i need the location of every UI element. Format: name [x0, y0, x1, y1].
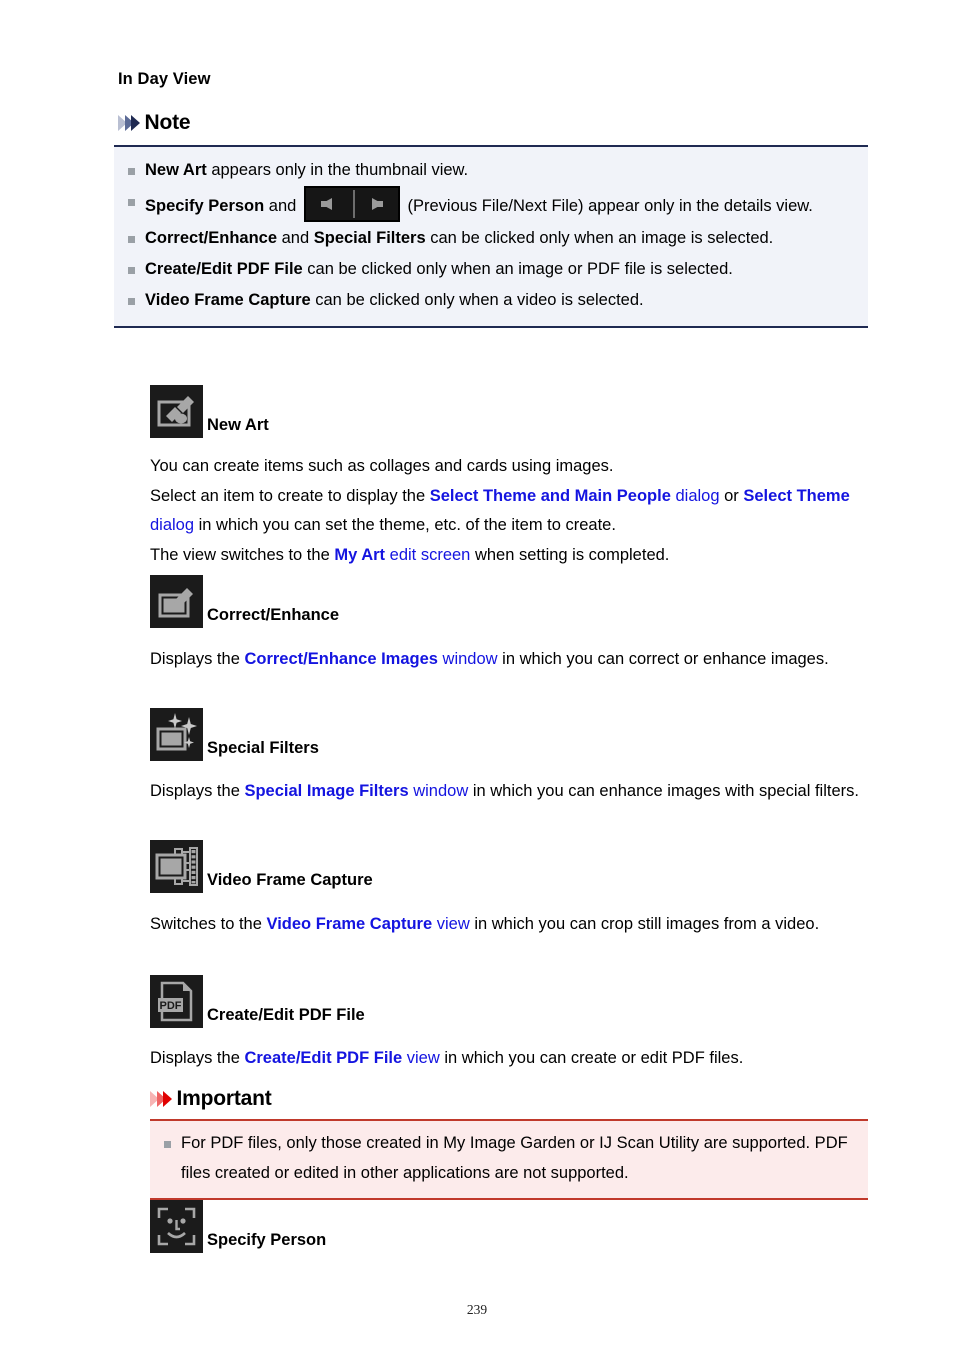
create-edit-pdf-entry-header: PDF Create/Edit PDF File — [150, 975, 365, 1028]
video-frame-capture-caption: Video Frame Capture — [207, 870, 373, 889]
note-box: New Art appears only in the thumbnail vi… — [114, 145, 868, 328]
correct-enhance-caption: Correct/Enhance — [207, 605, 340, 624]
new-art-icon — [150, 385, 203, 438]
important-box: For PDF files, only those created in My … — [150, 1119, 868, 1200]
video-frame-capture-line-a: Switches to the — [150, 915, 267, 933]
correct-enhance-line-a: Displays the — [150, 650, 245, 668]
new-art-line-0: You can create items such as collages an… — [150, 457, 614, 475]
special-filters-entry-header: Special Filters — [150, 708, 319, 761]
new-art-line-2-a: The view switches to the — [150, 545, 335, 564]
correct-enhance-images-link[interactable]: Correct/Enhance Images — [244, 650, 438, 668]
important-callout-header: Important — [150, 1088, 272, 1109]
create-edit-pdf-link-suffix[interactable]: view — [402, 1049, 440, 1067]
important-bullet-list: For PDF files, only those created in My … — [160, 1128, 858, 1188]
video-frame-capture-line-b: in which you can crop still images from … — [469, 915, 820, 933]
note-bullet-0-text: appears only in the thumbnail view. — [206, 161, 469, 179]
list-item: For PDF files, only those created in My … — [160, 1128, 858, 1188]
note-bullet-3-bold: Create/Edit PDF File — [145, 260, 303, 278]
svg-text:PDF: PDF — [160, 1000, 182, 1012]
correct-enhance-icon — [150, 575, 203, 628]
note-bullet-2-text-b: can be clicked only when an image is sel… — [425, 229, 774, 247]
video-frame-capture-icon — [150, 840, 203, 893]
video-frame-capture-description: Switches to the Video Frame Capture view… — [150, 910, 880, 940]
note-bullet-2-text-a: and — [277, 229, 314, 247]
create-edit-pdf-icon: PDF — [150, 975, 203, 1028]
important-chevrons-icon — [150, 1090, 172, 1107]
page-title: In Day View — [118, 70, 211, 88]
select-theme-main-people-link[interactable]: Select Theme and Main People — [430, 487, 671, 505]
my-art-link[interactable]: My Art — [334, 546, 385, 564]
note-bullet-2-bold-a: Correct/Enhance — [145, 229, 278, 247]
select-theme-main-people-link-suffix[interactable]: dialog — [671, 487, 719, 505]
my-art-link-suffix[interactable]: edit screen — [385, 546, 471, 564]
note-bullet-1-text-b: (Previous File/Next File) appear only in… — [402, 197, 813, 215]
note-bullet-1-bold: Specify Person — [145, 197, 265, 215]
new-art-line-1-a: Select an item to create to display the — [150, 486, 430, 505]
create-edit-pdf-description: Displays the Create/Edit PDF File view i… — [150, 1044, 880, 1074]
note-bullet-list: New Art appears only in the thumbnail vi… — [124, 155, 858, 315]
new-art-line-1-c: in which you can set the theme, etc. of … — [194, 516, 616, 534]
document-page: In Day View Note New Art appears only in… — [0, 0, 954, 1350]
special-image-filters-link-suffix[interactable]: window — [409, 782, 468, 800]
select-theme-link[interactable]: Select Theme — [743, 487, 849, 505]
create-edit-pdf-caption: Create/Edit PDF File — [207, 1005, 365, 1024]
note-bullet-2-bold-b: Special Filters — [313, 229, 426, 247]
special-filters-caption: Special Filters — [207, 738, 319, 757]
page-number: 239 — [466, 1302, 488, 1317]
correct-enhance-images-link-suffix[interactable]: window — [438, 650, 498, 668]
specify-person-icon — [150, 1200, 203, 1253]
new-art-line-2-b: when setting is completed. — [470, 545, 670, 564]
list-item: Specify Person and (Previous File/Next F… — [124, 186, 858, 222]
previous-next-file-buttons-icon — [303, 186, 400, 222]
special-image-filters-link[interactable]: Special Image Filters — [244, 782, 408, 800]
video-frame-capture-link-suffix[interactable]: view — [432, 915, 470, 933]
list-item: Video Frame Capture can be clicked only … — [124, 285, 858, 315]
specify-person-caption: Specify Person — [207, 1230, 327, 1249]
new-art-caption: New Art — [207, 415, 269, 434]
correct-enhance-line-b: in which you can correct or enhance imag… — [497, 650, 829, 668]
correct-enhance-entry-header: Correct/Enhance — [150, 575, 339, 628]
note-bullet-0-bold: New Art — [145, 161, 207, 179]
create-edit-pdf-link[interactable]: Create/Edit PDF File — [244, 1049, 402, 1067]
important-bullet-0-text: For PDF files, only those created in My … — [181, 1134, 848, 1182]
list-item: Create/Edit PDF File can be clicked only… — [124, 254, 858, 284]
video-frame-capture-entry-header: Video Frame Capture — [150, 840, 373, 893]
note-bullet-1-text-a: and — [264, 197, 301, 215]
note-bullet-4-text: can be clicked only when a video is sele… — [310, 291, 644, 309]
video-frame-capture-link[interactable]: Video Frame Capture — [266, 915, 432, 933]
important-label: Important — [176, 1087, 272, 1110]
note-bullet-4-bold: Video Frame Capture — [145, 291, 311, 309]
correct-enhance-description: Displays the Correct/Enhance Images wind… — [150, 645, 880, 675]
list-item: New Art appears only in the thumbnail vi… — [124, 155, 858, 185]
note-label: Note — [144, 111, 191, 134]
note-bullet-3-text: can be clicked only when an image or PDF… — [302, 260, 733, 278]
note-chevrons-icon — [118, 114, 140, 131]
new-art-description: You can create items such as collages an… — [150, 452, 880, 570]
specify-person-entry-header: Specify Person — [150, 1200, 326, 1253]
special-filters-description: Displays the Special Image Filters windo… — [150, 777, 880, 807]
list-item: Correct/Enhance and Special Filters can … — [124, 223, 858, 253]
new-art-entry-header: New Art — [150, 385, 269, 438]
create-edit-pdf-line-a: Displays the — [150, 1049, 245, 1067]
special-filters-line-b: in which you can enhance images with spe… — [468, 782, 859, 800]
new-art-line-1-b: or — [719, 486, 744, 505]
select-theme-link-suffix[interactable]: dialog — [150, 516, 194, 534]
special-filters-line-a: Displays the — [150, 782, 245, 800]
note-callout-header: Note — [118, 111, 191, 134]
create-edit-pdf-line-b: in which you can create or edit PDF file… — [439, 1049, 744, 1067]
special-filters-icon — [150, 708, 203, 761]
